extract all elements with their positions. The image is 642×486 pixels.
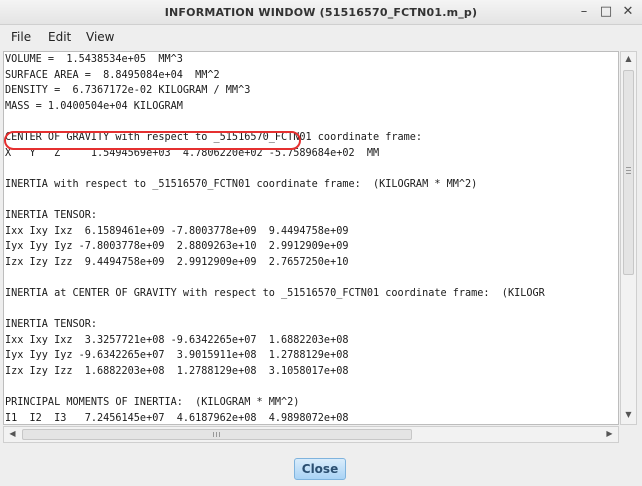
report-line: INERTIA with respect to _51516570_FCTN01… (5, 178, 478, 190)
report-line: DENSITY = 6.7367172e-02 KILOGRAM / MM^3 (5, 85, 251, 97)
minimize-icon[interactable]: – (576, 4, 592, 20)
report-line: Iyx Iyy Iyz -9.6342265e+07 3.9015911e+08… (5, 350, 349, 362)
report-line: INERTIA TENSOR: (5, 209, 98, 221)
scroll-corner (620, 426, 637, 443)
scroll-down-icon[interactable]: ▼ (621, 410, 636, 419)
title-bar: INFORMATION WINDOW (51516570_FCTN01.m_p)… (0, 0, 642, 25)
menu-view[interactable]: View (86, 30, 114, 44)
vertical-scroll-thumb[interactable] (623, 70, 634, 275)
menu-bar: File Edit View (0, 26, 642, 48)
report-line: I1 I2 I3 7.2456145e+07 4.6187962e+08 4.9… (5, 412, 349, 424)
report-line (5, 379, 545, 395)
report-line: INERTIA TENSOR: (5, 319, 98, 331)
scroll-up-icon[interactable]: ▲ (621, 54, 636, 63)
report-line (5, 161, 545, 177)
scroll-right-icon[interactable]: ▶ (602, 429, 617, 438)
report-line (5, 192, 545, 208)
menu-edit[interactable]: Edit (48, 30, 71, 44)
maximize-icon[interactable]: □ (598, 4, 614, 20)
report-line: INERTIA at CENTER OF GRAVITY with respec… (5, 287, 545, 299)
report-line (5, 114, 545, 130)
report-line: SURFACE AREA = 8.8495084e+04 MM^2 (5, 69, 220, 81)
report-line: MASS = 1.0400504e+04 KILOGRAM (5, 100, 183, 112)
close-button[interactable]: Close (294, 458, 346, 480)
report-line: Ixx Ixy Ixz 3.3257721e+08 -9.6342265e+07… (5, 334, 349, 346)
report-line: PRINCIPAL MOMENTS OF INERTIA: (KILOGRAM … (5, 397, 300, 409)
report-line: Izx Izy Izz 1.6882203e+08 1.2788129e+08 … (5, 365, 349, 377)
report-line (5, 302, 545, 318)
report-line: X Y Z 1.5494569e+03 4.7806220e+02 -5.758… (5, 147, 380, 159)
report-line: VOLUME = 1.5438534e+05 MM^3 (5, 54, 183, 65)
close-icon[interactable]: ✕ (620, 4, 636, 20)
report-line: CENTER OF GRAVITY with respect to _51516… (5, 131, 423, 143)
info-text-area[interactable]: VOLUME = 1.5438534e+05 MM^3 SURFACE AREA … (3, 51, 619, 425)
scroll-left-icon[interactable]: ◀ (5, 429, 20, 438)
vertical-scrollbar[interactable]: ▲ ▼ (620, 51, 637, 425)
horizontal-scrollbar[interactable]: ◀ ▶ (3, 426, 619, 443)
window-title: INFORMATION WINDOW (51516570_FCTN01.m_p) (164, 6, 478, 19)
report-text: VOLUME = 1.5438534e+05 MM^3 SURFACE AREA … (4, 52, 545, 424)
report-line: Izx Izy Izz 9.4494758e+09 2.9912909e+09 … (5, 256, 349, 268)
report-line: Ixx Ixy Ixz 6.1589461e+09 -7.8003778e+09… (5, 225, 349, 237)
horizontal-scroll-thumb[interactable] (22, 429, 412, 440)
menu-file[interactable]: File (11, 30, 31, 44)
report-line (5, 270, 545, 286)
report-line: Iyx Iyy Iyz -7.8003778e+09 2.8809263e+10… (5, 241, 349, 253)
